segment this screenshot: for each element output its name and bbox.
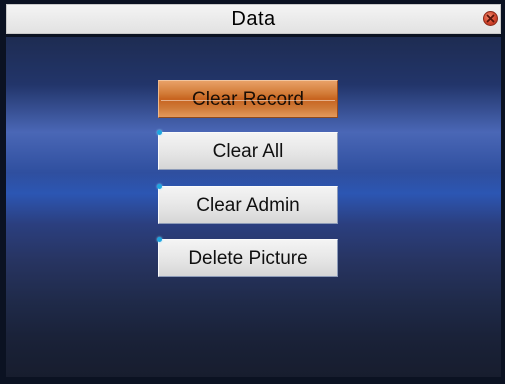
clear-admin-label: Clear Admin <box>196 195 300 216</box>
device-screen: Data Clear Record Clear All Clear Admin … <box>0 0 505 384</box>
clear-all-label: Clear All <box>212 141 284 162</box>
window-title: Data <box>231 8 276 30</box>
clear-record-button[interactable]: Clear Record <box>158 80 338 118</box>
title-bar: Data <box>6 4 501 34</box>
delete-picture-label: Delete Picture <box>188 248 308 269</box>
delete-picture-button[interactable]: Delete Picture <box>157 237 338 277</box>
menu-panel: Clear Record Clear All Clear Admin Delet… <box>6 37 501 377</box>
close-button[interactable] <box>483 11 498 26</box>
item-marker-dot <box>157 130 162 135</box>
item-marker-dot <box>157 184 162 189</box>
item-marker-dot <box>157 237 162 242</box>
clear-all-button[interactable]: Clear All <box>157 130 338 170</box>
clear-admin-button[interactable]: Clear Admin <box>157 184 338 224</box>
selection-highlight-line <box>161 100 335 101</box>
close-icon <box>486 14 495 23</box>
